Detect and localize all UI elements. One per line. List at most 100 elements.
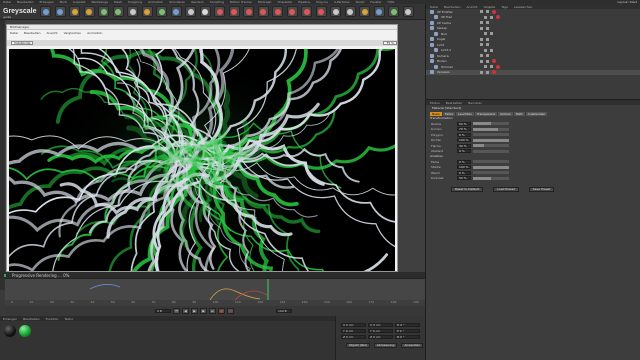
attribute-menu-item-0[interactable]: Modus — [430, 101, 440, 105]
attribute-tab-3[interactable]: Transparenz — [474, 111, 498, 116]
coord-field-c[interactable]: B 0 ° — [395, 335, 420, 339]
attribute-tab-6[interactable]: Ausblenden — [525, 111, 548, 116]
xp-trail-icon[interactable] — [315, 6, 327, 17]
goto-end-button[interactable]: ⏭ — [209, 308, 216, 314]
axis-y-icon[interactable] — [141, 6, 153, 17]
material-green-swatch[interactable] — [19, 325, 31, 337]
material-tab-1[interactable]: Bearbeiten — [23, 317, 39, 321]
coord-mode-a-select[interactable]: Objekt (Rel) — [346, 343, 370, 348]
coord-field-b[interactable]: Y 0 cm — [368, 329, 393, 333]
render-menu-item-4[interactable]: Animation — [87, 31, 102, 35]
param-slider[interactable] — [473, 171, 509, 175]
coord-field-c[interactable]: H 0 ° — [395, 323, 420, 327]
param-value-field[interactable]: 100 % — [457, 165, 471, 170]
cube-icon[interactable] — [330, 6, 341, 17]
render-toggle[interactable] — [486, 59, 489, 63]
xp-tag-icon[interactable] — [492, 70, 496, 75]
coord-system-icon[interactable] — [170, 6, 182, 17]
material-tab-0[interactable]: Erzeugen — [3, 317, 17, 321]
live-select-icon[interactable] — [112, 6, 124, 17]
render-toggle[interactable] — [486, 43, 489, 47]
render-menu-item-3[interactable]: Vergleichen — [64, 31, 82, 35]
object-menu-item-3[interactable]: Objekte — [484, 5, 496, 9]
visibility-toggle[interactable] — [480, 21, 483, 25]
visibility-toggle[interactable] — [480, 54, 483, 58]
param-value-field[interactable]: 0 % — [457, 170, 471, 175]
render-toggle[interactable] — [490, 32, 493, 36]
visibility-toggle[interactable] — [480, 70, 483, 74]
xp-cache-icon[interactable] — [301, 6, 312, 17]
display-mode-select[interactable]: Vollständig — [11, 41, 34, 45]
render-toggle[interactable] — [486, 70, 489, 74]
xp-emitter-icon[interactable] — [214, 6, 225, 17]
render-toggle[interactable] — [486, 37, 489, 41]
render-toggle[interactable] — [490, 65, 493, 69]
attribute-tab-4[interactable]: Glühen — [498, 111, 513, 116]
render-menu-item-1[interactable]: Bearbeiten — [24, 31, 40, 35]
axis-x-icon[interactable] — [127, 6, 138, 17]
play-button[interactable]: ▶ — [191, 308, 198, 314]
param-slider[interactable] — [473, 133, 509, 137]
coord-field-c[interactable]: P 0 ° — [395, 329, 420, 333]
param-slider[interactable] — [473, 165, 509, 169]
array-icon[interactable] — [373, 6, 385, 17]
attribute-menu-item-2[interactable]: Benutzer — [468, 101, 482, 105]
coord-field-b[interactable]: X 0 cm — [368, 323, 393, 327]
param-value-field[interactable]: 100 % — [457, 138, 471, 143]
param-slider[interactable] — [473, 122, 509, 126]
object-menu-item-5[interactable]: Lesezeichen — [514, 5, 532, 9]
preset-button-0[interactable]: Reset to Default — [451, 187, 484, 192]
render-menu-item-0[interactable]: Datei — [10, 31, 18, 35]
xp-tag-icon[interactable] — [492, 59, 496, 64]
material-tab-2[interactable]: Funktion — [46, 317, 59, 321]
object-menu-item-1[interactable]: Bearbeiten — [444, 5, 460, 9]
material-black-swatch[interactable] — [4, 325, 16, 337]
param-slider[interactable] — [473, 127, 509, 131]
keyframe-button[interactable]: ⦿ — [227, 308, 234, 314]
visibility-toggle[interactable] — [484, 48, 487, 52]
visibility-toggle[interactable] — [480, 43, 483, 47]
visibility-toggle[interactable] — [484, 15, 487, 19]
param-value-field[interactable]: 0 % — [457, 132, 471, 137]
xp-actions-icon[interactable] — [286, 6, 298, 17]
record-button[interactable]: ● — [218, 308, 225, 314]
render-toggle[interactable] — [486, 10, 489, 14]
render-menu-item-2[interactable]: Ansicht — [47, 31, 58, 35]
attribute-tab-1[interactable]: Farbe — [442, 111, 456, 116]
visibility-toggle[interactable] — [480, 59, 483, 63]
visibility-toggle[interactable] — [480, 26, 483, 30]
preset-button-2[interactable]: Save Preset — [528, 187, 555, 192]
attribute-tab-2[interactable]: Leuchten — [456, 111, 474, 116]
pen-icon[interactable] — [344, 6, 356, 17]
undo-icon[interactable] — [40, 6, 51, 17]
param-slider[interactable] — [473, 149, 509, 153]
coord-field-a[interactable]: Y 0 cm — [341, 329, 366, 333]
current-frame-field[interactable]: 0 B — [155, 309, 171, 313]
object-menu-item-0[interactable]: Datei — [430, 5, 438, 9]
attribute-tab-5[interactable]: Matt — [513, 111, 525, 116]
visibility-toggle[interactable] — [484, 32, 487, 36]
coord-field-a[interactable]: Z 0 cm — [341, 335, 366, 339]
rotate-tool-icon[interactable] — [98, 6, 109, 17]
end-frame-field[interactable]: 190 B — [276, 309, 292, 313]
timeline-graph[interactable] — [5, 278, 425, 301]
goto-start-button[interactable]: ⏮ — [173, 308, 180, 314]
xp-system-icon[interactable] — [228, 6, 240, 17]
attribute-tab-0[interactable]: Basis — [430, 111, 442, 116]
render-picture-viewer-icon[interactable] — [199, 6, 211, 17]
preset-button-1[interactable]: Load Preset — [493, 187, 519, 192]
coord-field-b[interactable]: Z 0 cm — [368, 335, 393, 339]
visibility-toggle[interactable] — [480, 10, 483, 14]
param-value-field[interactable]: 70 % — [457, 127, 471, 132]
material-tab-3[interactable]: Textur — [64, 317, 73, 321]
redo-icon[interactable] — [54, 6, 66, 17]
render-toggle[interactable] — [490, 15, 493, 19]
coord-mode-b-select[interactable]: Abmessung — [373, 343, 398, 348]
object-row[interactable]: Xpressio — [426, 69, 640, 75]
attribute-menu-item-1[interactable]: Bearbeiten — [446, 101, 462, 105]
param-value-field[interactable]: 50 % — [457, 176, 471, 181]
coord-field-a[interactable]: X 0 cm — [341, 323, 366, 327]
param-slider[interactable] — [473, 176, 509, 180]
next-frame-button[interactable]: ▶ — [200, 308, 207, 314]
floor-icon[interactable] — [402, 6, 414, 17]
